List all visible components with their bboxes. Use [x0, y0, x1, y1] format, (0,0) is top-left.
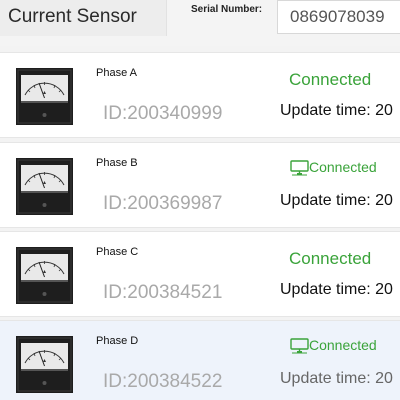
phase-label: Phase B	[96, 157, 138, 169]
sensor-card-phase-d[interactable]: Phase D ID:200384522 Connected Update ti…	[0, 320, 400, 400]
update-time: Update time: 20	[280, 281, 393, 298]
analog-ammeter-icon	[16, 158, 73, 215]
phase-label: Phase A	[96, 67, 137, 79]
sensor-id: ID:200340999	[103, 103, 223, 124]
analog-ammeter-icon	[16, 68, 73, 125]
connection-status: Connected	[289, 70, 372, 89]
monitor-connected-icon	[290, 160, 309, 176]
connection-status-group: Connected	[290, 159, 377, 176]
connection-status-group: Connected	[290, 337, 377, 354]
serial-number-label: Serial Number:	[191, 4, 263, 15]
header-bar: Current Sensor Serial Number: 0869078039	[0, 0, 400, 46]
update-time: Update time: 20	[280, 102, 393, 119]
connection-status: Connected	[309, 337, 377, 353]
serial-number-field[interactable]: 0869078039	[277, 0, 400, 34]
phase-label: Phase D	[96, 335, 139, 347]
connection-status: Connected	[289, 249, 372, 268]
analog-ammeter-icon	[16, 336, 73, 393]
title-box: Current Sensor	[0, 0, 167, 36]
phase-label: Phase C	[96, 246, 139, 258]
sensor-id: ID:200384521	[103, 282, 223, 303]
sensor-card-phase-c[interactable]: Phase C ID:200384521 Connected Update ti…	[0, 231, 400, 317]
sensor-id: ID:200384522	[103, 371, 223, 392]
update-time: Update time: 20	[280, 370, 393, 387]
sensor-card-phase-a[interactable]: Phase A ID:200340999 Connected Update ti…	[0, 52, 400, 138]
current-sensor-screen: Current Sensor Serial Number: 0869078039…	[0, 0, 400, 400]
sensor-card-phase-b[interactable]: Phase B ID:200369987 Connected Update ti…	[0, 142, 400, 228]
analog-ammeter-icon	[16, 247, 73, 304]
monitor-connected-icon	[290, 338, 309, 354]
update-time: Update time: 20	[280, 192, 393, 209]
page-title: Current Sensor	[8, 6, 137, 27]
sensor-id: ID:200369987	[103, 193, 223, 214]
connection-status: Connected	[309, 159, 377, 175]
